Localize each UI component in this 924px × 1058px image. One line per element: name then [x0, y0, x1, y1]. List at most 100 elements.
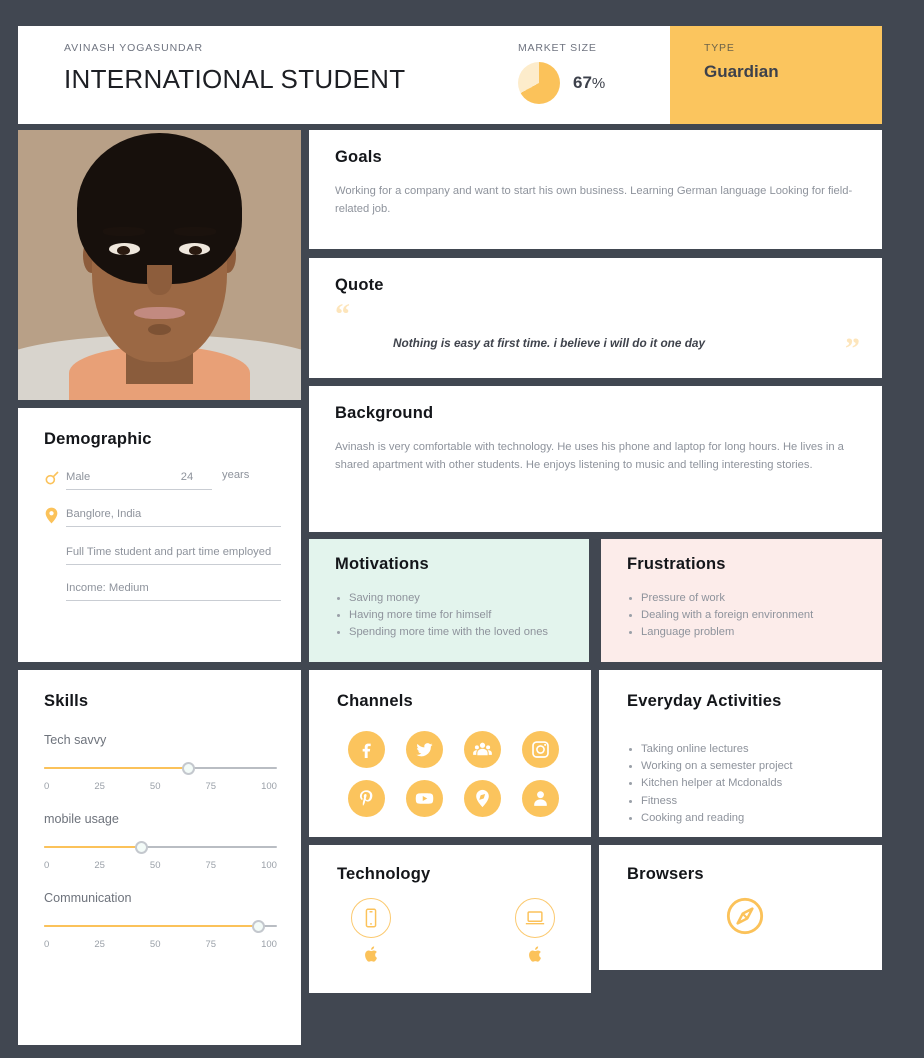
motivations-title: Motivations: [335, 555, 429, 573]
demographic-occupation-row: Full Time student and part time employed: [66, 544, 281, 566]
list-item: Taking online lectures: [627, 741, 862, 757]
quote-open-mark-icon: “: [335, 298, 350, 331]
skill-slider[interactable]: [44, 920, 277, 933]
quote-title: Quote: [335, 276, 384, 294]
demographic-location-row: Banglore, India: [44, 506, 281, 529]
technology-title: Technology: [337, 865, 431, 883]
male-gender-icon: [44, 469, 66, 491]
apple-logo-icon: [363, 945, 380, 969]
skill-communication: Communication 0 25 50 75 100: [44, 891, 277, 950]
skill-slider[interactable]: [44, 762, 277, 775]
age-unit-label: years: [222, 469, 250, 481]
type-block: TYPE Guardian: [670, 26, 882, 124]
channels-icon-grid: [337, 731, 569, 817]
persona-name: AVINASH YOGASUNDAR: [64, 42, 203, 54]
person-icon[interactable]: [521, 780, 559, 817]
youtube-icon[interactable]: [405, 780, 443, 817]
channels-panel: Channels: [309, 670, 591, 837]
type-value: Guardian: [704, 62, 779, 81]
slider-ticks: 0 25 50 75 100: [44, 860, 277, 871]
portrait-illustration: [18, 130, 301, 400]
persona-board: AVINASH YOGASUNDAR INTERNATIONAL STUDENT…: [0, 0, 924, 1058]
page-title: INTERNATIONAL STUDENT: [64, 64, 406, 94]
browsers-panel: Browsers: [599, 845, 882, 970]
market-size-pie-chart: [518, 62, 560, 104]
frustrations-panel: Frustrations Pressure of work Dealing wi…: [601, 539, 882, 662]
skill-label: mobile usage: [44, 812, 119, 826]
header-bar: AVINASH YOGASUNDAR INTERNATIONAL STUDENT…: [18, 26, 882, 124]
tick-label: 100: [261, 860, 277, 871]
demographic-gender-age-row: Male 24 years: [44, 469, 281, 491]
twitter-icon[interactable]: [405, 731, 443, 768]
quote-panel: Quote “ Nothing is easy at first time. i…: [309, 258, 882, 378]
list-item: Saving money: [335, 590, 571, 606]
slider-fill: [44, 925, 259, 927]
skill-tech-savvy: Tech savvy 0 25 50 75 100: [44, 733, 277, 792]
tick-label: 75: [205, 860, 217, 871]
tick-label: 0: [44, 781, 50, 792]
motivations-list: Saving money Having more time for himsel…: [335, 590, 571, 641]
pinterest-icon[interactable]: [347, 780, 385, 817]
skill-slider[interactable]: [44, 841, 277, 854]
goals-title: Goals: [335, 148, 382, 166]
goals-text: Working for a company and want to start …: [335, 185, 853, 215]
market-size-number: 67: [573, 73, 592, 92]
background-panel: Background Avinash is very comfortable w…: [309, 386, 882, 532]
skill-label: Communication: [44, 891, 132, 905]
smartphone-icon[interactable]: [351, 898, 391, 938]
tick-label: 50: [149, 939, 161, 950]
browsers-title: Browsers: [627, 865, 704, 883]
channels-title: Channels: [337, 692, 413, 710]
safari-icon[interactable]: [725, 896, 765, 936]
slider-ticks: 0 25 50 75 100: [44, 939, 277, 950]
list-item: Cooking and reading: [627, 810, 862, 826]
list-item: Working on a semester project: [627, 758, 862, 774]
frustrations-list: Pressure of work Dealing with a foreign …: [627, 590, 864, 641]
skills-title: Skills: [44, 692, 89, 710]
slider-knob[interactable]: [181, 762, 195, 775]
everyday-activities-list: Taking online lectures Working on a seme…: [627, 741, 862, 826]
tick-label: 50: [149, 860, 161, 871]
demographic-panel: Demographic Male 24 years Banglore, Indi…: [18, 408, 301, 662]
market-size-label: MARKET SIZE: [518, 42, 597, 54]
demographic-income-row: Income: Medium: [66, 580, 281, 602]
technology-item-smartphone: [351, 898, 391, 969]
location-field[interactable]: Banglore, India: [66, 506, 281, 528]
tick-label: 50: [149, 781, 161, 792]
slider-knob[interactable]: [135, 841, 149, 854]
technology-item-laptop: [515, 898, 555, 969]
tick-label: 0: [44, 939, 50, 950]
market-size-value: 67%: [573, 73, 605, 93]
group-icon[interactable]: [463, 731, 501, 768]
instagram-icon[interactable]: [521, 731, 559, 768]
market-size-unit: %: [591, 75, 606, 92]
market-size-block: MARKET SIZE 67%: [518, 26, 670, 124]
technology-icon-row: [337, 898, 569, 969]
tick-label: 25: [94, 939, 105, 950]
list-item: Pressure of work: [627, 590, 864, 606]
background-text: Avinash is very comfortable with technol…: [335, 441, 844, 471]
header-identity: AVINASH YOGASUNDAR INTERNATIONAL STUDENT: [18, 26, 518, 124]
browsers-icon-row: [627, 896, 862, 936]
facebook-icon[interactable]: [347, 731, 385, 768]
slider-knob[interactable]: [251, 920, 265, 933]
list-item: Kitchen helper at Mcdonalds: [627, 775, 862, 791]
laptop-icon[interactable]: [515, 898, 555, 938]
income-field[interactable]: Income: Medium: [66, 580, 281, 602]
tick-label: 0: [44, 860, 50, 871]
background-title: Background: [335, 404, 434, 422]
slider-fill: [44, 767, 189, 769]
location-icon[interactable]: [463, 780, 501, 817]
occupation-field[interactable]: Full Time student and part time employed: [66, 544, 281, 566]
skill-label: Tech savvy: [44, 733, 107, 747]
list-item: Having more time for himself: [335, 607, 571, 623]
quote-close-mark-icon: ”: [845, 332, 860, 365]
gender-field[interactable]: Male: [66, 469, 162, 491]
apple-logo-icon: [527, 945, 544, 969]
age-field[interactable]: 24: [162, 469, 212, 491]
list-item: Spending more time with the loved ones: [335, 624, 571, 640]
motivations-panel: Motivations Saving money Having more tim…: [309, 539, 589, 662]
tick-label: 100: [261, 939, 277, 950]
type-label: TYPE: [704, 42, 735, 54]
list-item: Fitness: [627, 793, 862, 809]
